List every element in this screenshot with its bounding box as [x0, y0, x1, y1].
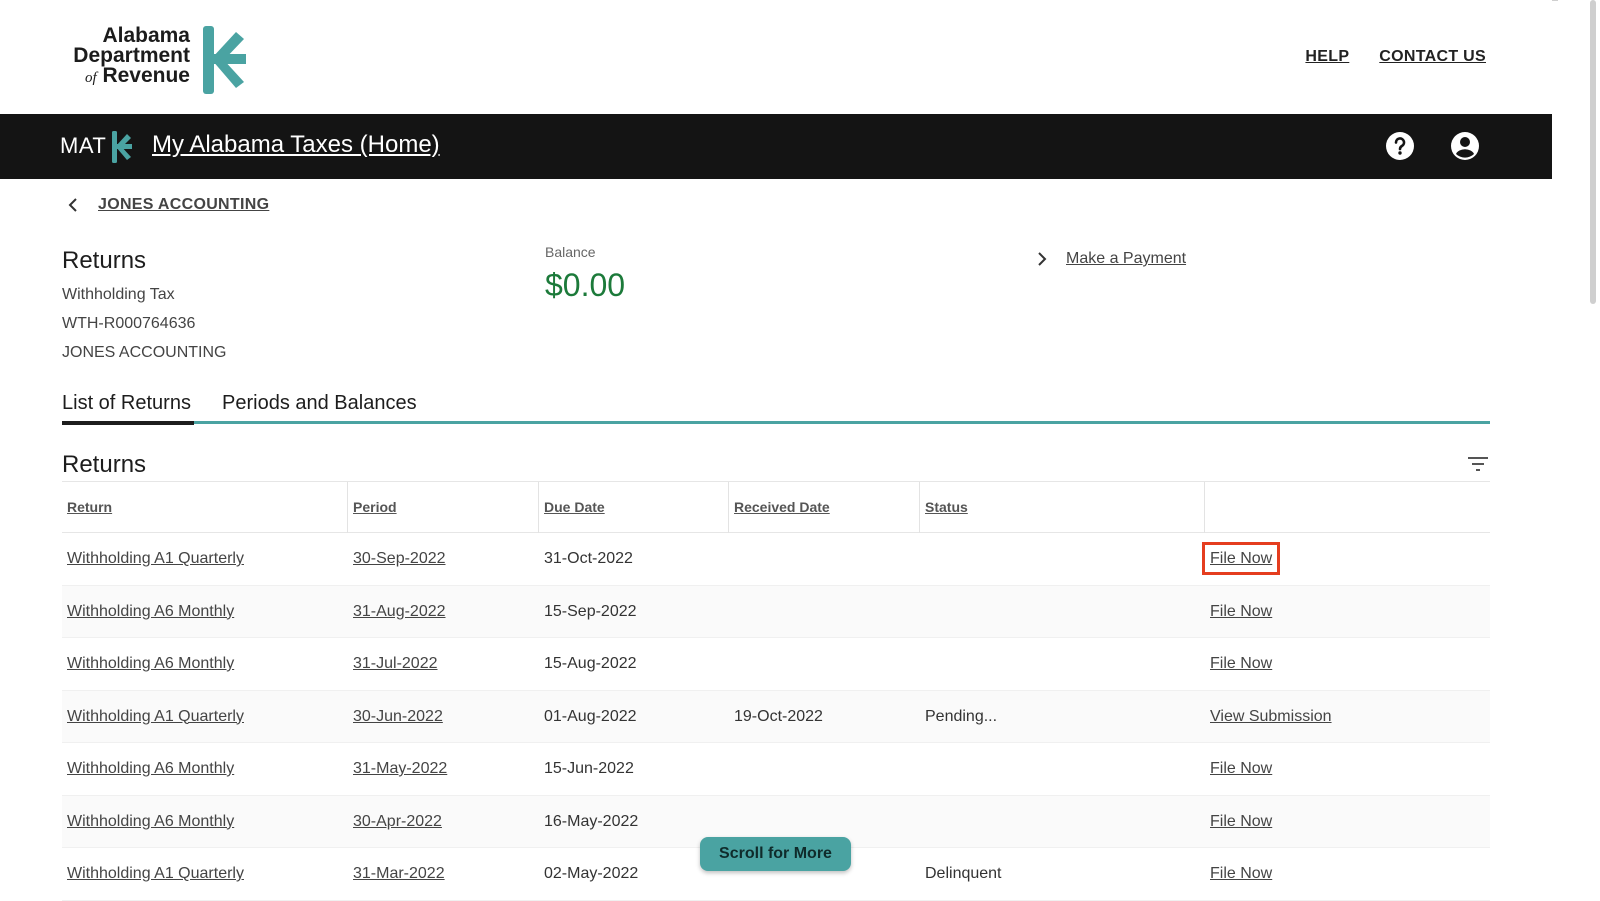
mat-brand: MAT: [60, 133, 107, 158]
main-navbar: MAT My Alabama Taxes (Home): [0, 114, 1552, 179]
file-now-link[interactable]: File Now: [1210, 760, 1272, 777]
logo-of: of: [84, 70, 97, 86]
due-date: 31-Oct-2022: [544, 550, 633, 567]
return-link[interactable]: Withholding A6 Monthly: [67, 813, 234, 830]
file-now-link[interactable]: File Now: [1201, 542, 1281, 575]
scroll-for-more-button[interactable]: Scroll for More: [700, 837, 851, 871]
file-now-link[interactable]: File Now: [1210, 865, 1272, 882]
due-date: 02-May-2022: [544, 865, 639, 882]
view-submission-link[interactable]: View Submission: [1210, 708, 1332, 725]
tax-type: Withholding Tax: [62, 286, 175, 303]
period-link[interactable]: 30-Jun-2022: [353, 708, 443, 725]
table-header: Return Period Due Date Received Date Sta…: [62, 481, 1490, 533]
return-link[interactable]: Withholding A6 Monthly: [67, 760, 234, 777]
due-date: 15-Aug-2022: [544, 655, 637, 672]
balance-value: $0.00: [545, 267, 626, 303]
contact-us-link[interactable]: CONTACT US: [1379, 48, 1486, 66]
logo-line-3: Revenue: [102, 64, 190, 87]
column-header-period[interactable]: Period: [353, 499, 397, 515]
file-now-link[interactable]: File Now: [1210, 813, 1272, 830]
balance-label: Balance: [545, 244, 596, 260]
due-date: 01-Aug-2022: [544, 707, 637, 725]
table-row: Withholding A1 Quarterly 30-Jun-2022 01-…: [62, 690, 1490, 743]
period-link[interactable]: 31-May-2022: [353, 760, 447, 777]
period-link[interactable]: 30-Sep-2022: [353, 550, 446, 567]
account-name: JONES ACCOUNTING: [62, 344, 227, 361]
column-divider: [538, 482, 539, 533]
logo-line-2: Department: [73, 44, 190, 67]
column-header-return[interactable]: Return: [67, 499, 112, 515]
due-date: 15-Sep-2022: [544, 602, 637, 620]
due-date: 15-Jun-2022: [544, 760, 634, 777]
make-payment-link[interactable]: Make a Payment: [1066, 250, 1186, 268]
page-scrollbar[interactable]: [1586, 0, 1596, 901]
column-divider: [347, 482, 348, 533]
return-link[interactable]: Withholding A6 Monthly: [67, 603, 234, 620]
scrollbar-thumb[interactable]: [1590, 0, 1596, 304]
column-divider: [919, 482, 920, 533]
help-circle-icon[interactable]: [1385, 131, 1415, 161]
summary-title: Returns: [62, 247, 147, 274]
make-payment: Make a Payment: [1036, 250, 1186, 268]
home-link[interactable]: My Alabama Taxes (Home): [152, 131, 440, 159]
breadcrumb: JONES ACCOUNTING: [66, 196, 269, 214]
period-link[interactable]: 30-Apr-2022: [353, 813, 442, 830]
column-header-status[interactable]: Status: [925, 499, 968, 515]
period-link[interactable]: 31-Jul-2022: [353, 655, 438, 672]
table-row: Withholding A6 Monthly 31-May-2022 15-Ju…: [62, 743, 1490, 796]
return-link[interactable]: Withholding A1 Quarterly: [67, 708, 244, 725]
active-tab-indicator: [62, 421, 194, 425]
return-link[interactable]: Withholding A1 Quarterly: [67, 865, 244, 882]
file-now-link[interactable]: File Now: [1210, 603, 1272, 620]
status: Delinquent: [925, 865, 1002, 882]
help-link[interactable]: HELP: [1305, 48, 1349, 66]
due-date: 16-May-2022: [544, 812, 639, 830]
logo-text: Alabama Department of Revenue: [60, 24, 190, 88]
file-now-link[interactable]: File Now: [1210, 655, 1272, 672]
period-link[interactable]: 31-Mar-2022: [353, 865, 445, 882]
return-link[interactable]: Withholding A1 Quarterly: [67, 550, 244, 567]
site-header: Alabama Department of Revenue HELP CONTA…: [0, 0, 1552, 114]
alabama-dor-logo[interactable]: Alabama Department of Revenue: [60, 22, 250, 98]
asterisk-logo-icon: [203, 26, 246, 94]
column-divider: [1204, 482, 1205, 533]
period-link[interactable]: 31-Aug-2022: [353, 603, 446, 620]
mat-logo-icon: [112, 131, 132, 163]
account-id: WTH-R000764636: [62, 315, 196, 332]
tab-periods-and-balances[interactable]: Periods and Balances: [222, 392, 417, 415]
column-divider: [728, 482, 729, 533]
chevron-left-icon[interactable]: [66, 197, 80, 213]
user-account-icon[interactable]: [1450, 131, 1480, 161]
filter-icon[interactable]: [1466, 454, 1490, 474]
logo-line-1: Alabama: [102, 24, 190, 47]
tabs: List of Returns Periods and Balances: [62, 392, 1490, 426]
status: Pending...: [925, 707, 998, 725]
table-row: Withholding A1 Quarterly 30-Sep-2022 31-…: [62, 533, 1490, 586]
return-link[interactable]: Withholding A6 Monthly: [67, 655, 234, 672]
column-header-received-date[interactable]: Received Date: [734, 499, 830, 515]
table-row: Withholding A6 Monthly 31-Jul-2022 15-Au…: [62, 638, 1490, 691]
column-header-due-date[interactable]: Due Date: [544, 499, 605, 515]
tab-list-of-returns[interactable]: List of Returns: [62, 392, 191, 415]
tab-underline: [194, 421, 1490, 424]
chevron-right-icon[interactable]: [1036, 251, 1048, 267]
returns-section-title: Returns: [62, 451, 147, 478]
received-date: 19-Oct-2022: [734, 707, 823, 725]
table-row: Withholding A6 Monthly 31-Aug-2022 15-Se…: [62, 585, 1490, 638]
top-links: HELP CONTACT US: [1305, 48, 1486, 66]
breadcrumb-jones-accounting[interactable]: JONES ACCOUNTING: [98, 196, 269, 214]
